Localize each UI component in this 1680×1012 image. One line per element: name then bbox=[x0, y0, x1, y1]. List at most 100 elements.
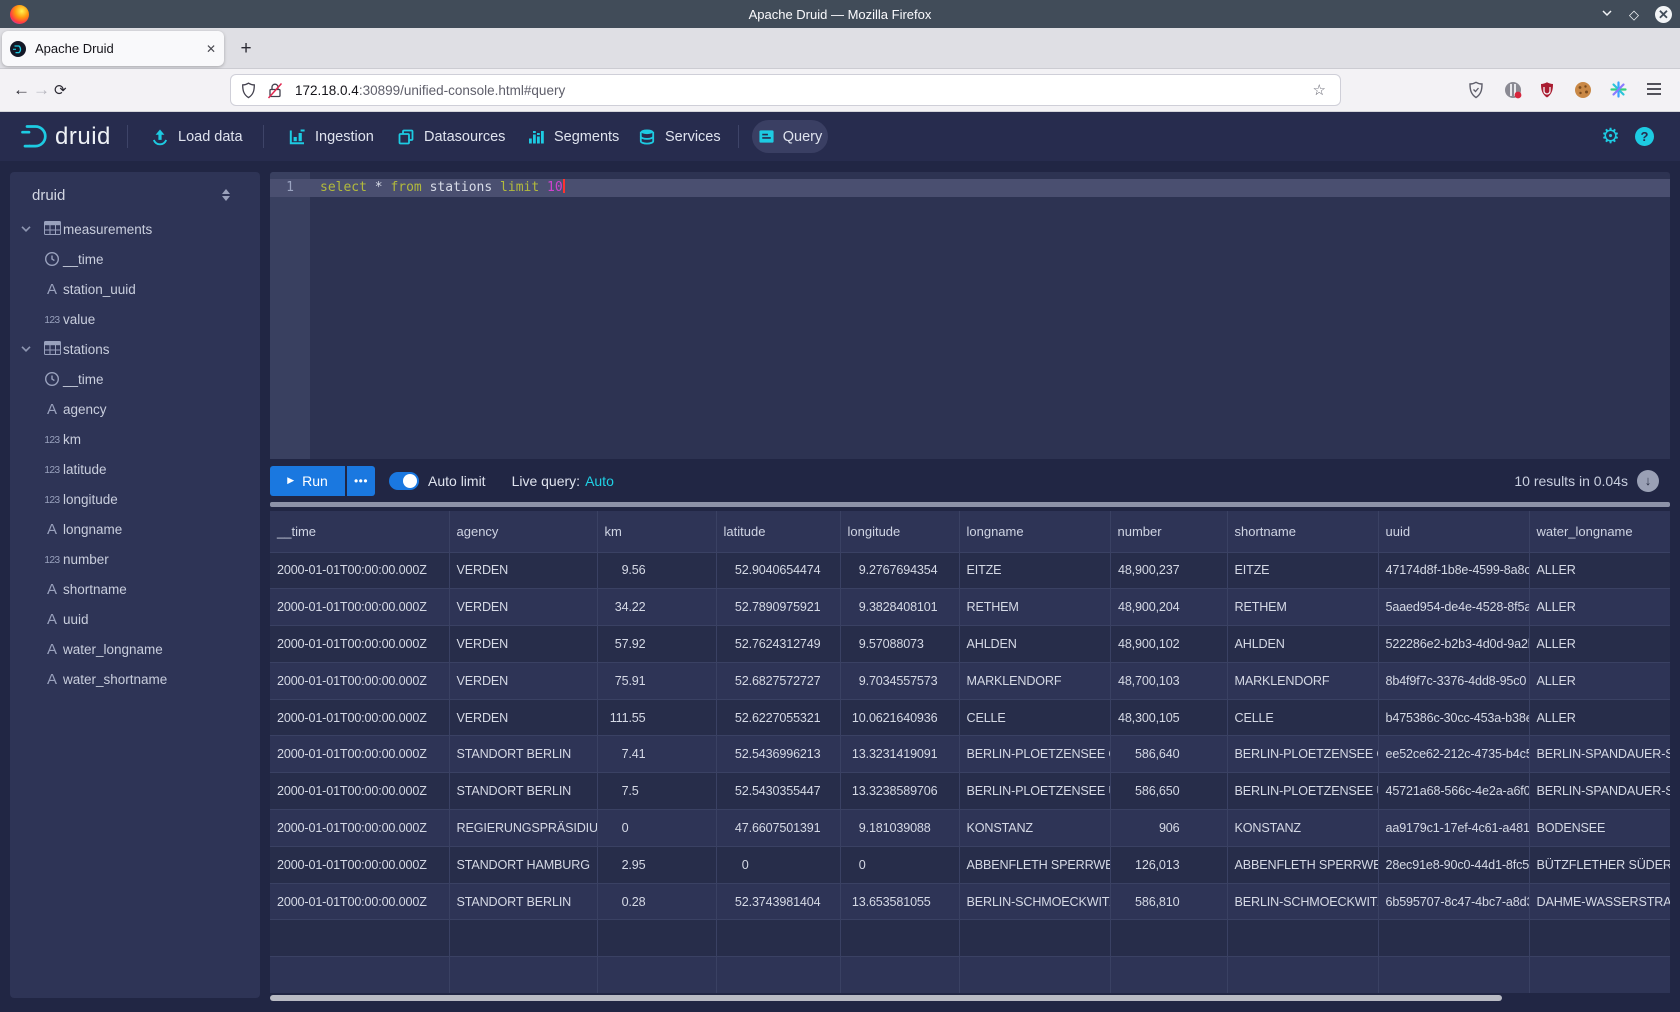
column-header-longitude[interactable]: longitude bbox=[840, 511, 959, 552]
table-cell[interactable]: b475386c-30cc-453a-b38e bbox=[1378, 699, 1529, 736]
live-query-value[interactable]: Auto bbox=[585, 473, 614, 489]
table-cell[interactable]: 0.0000000000 bbox=[840, 846, 959, 883]
table-cell[interactable]: 2000-01-01T00:00:00.000Z bbox=[270, 699, 449, 736]
table-cell[interactable]: 52.9040654474 bbox=[716, 552, 840, 589]
table-cell[interactable]: REGIERUNGSPRÄSIDIUM TÜBINGEN bbox=[449, 810, 597, 847]
column-header-uuid[interactable]: uuid bbox=[1378, 511, 1529, 552]
column-header-agency[interactable]: agency bbox=[449, 511, 597, 552]
column-header-water_longname[interactable]: water_longname bbox=[1529, 511, 1670, 552]
table-cell[interactable]: 47.6607501391 bbox=[716, 810, 840, 847]
table-cell[interactable]: 111.55 bbox=[597, 699, 716, 736]
table-cell[interactable]: 522286e2-b2b3-4d0d-9a2b bbox=[1378, 626, 1529, 663]
auto-limit-toggle[interactable] bbox=[389, 472, 419, 490]
table-cell[interactable]: 7.41 bbox=[597, 736, 716, 773]
run-button[interactable]: ▶ Run bbox=[270, 466, 345, 496]
table-cell[interactable]: BERLIN-SCHMOECKWITZ UP bbox=[1227, 883, 1378, 920]
table-cell[interactable]: 52.3743981404 bbox=[716, 883, 840, 920]
table-cell[interactable]: MARKLENDORF bbox=[959, 662, 1110, 699]
sql-editor[interactable]: 1 select * from stations limit 10 bbox=[270, 172, 1670, 459]
table-cell[interactable]: ABBENFLETH SPERRWERK AP bbox=[1227, 846, 1378, 883]
column-header-latitude[interactable]: latitude bbox=[716, 511, 840, 552]
table-cell[interactable]: 906 bbox=[1110, 810, 1227, 847]
schema-name[interactable]: druid bbox=[32, 187, 65, 204]
table-cell[interactable]: ALLER bbox=[1529, 589, 1670, 626]
table-cell[interactable]: DAHME-WASSERSTRASSE bbox=[1529, 883, 1670, 920]
table-cell[interactable]: ee52ce62-212c-4735-b4c5 bbox=[1378, 736, 1529, 773]
window-close-icon[interactable]: ✕ bbox=[1655, 6, 1672, 23]
insecure-lock-icon[interactable] bbox=[267, 82, 283, 99]
table-cell[interactable]: KONSTANZ bbox=[959, 810, 1110, 847]
table-cell[interactable]: MARKLENDORF bbox=[1227, 662, 1378, 699]
table-cell[interactable]: 8b4f9f7c-3376-4dd8-95c0 bbox=[1378, 662, 1529, 699]
schema-column-__time[interactable]: __time bbox=[10, 364, 260, 394]
druid-logo-icon[interactable] bbox=[20, 112, 50, 161]
nav-item-load-data[interactable]: Load data bbox=[151, 112, 243, 161]
table-cell[interactable]: 126,013 bbox=[1110, 846, 1227, 883]
table-cell[interactable]: 48,700,103 bbox=[1110, 662, 1227, 699]
table-cell[interactable]: ALLER bbox=[1529, 699, 1670, 736]
schema-column-station_uuid[interactable]: Astation_uuid bbox=[10, 274, 260, 304]
schema-table-stations[interactable]: stations bbox=[10, 334, 260, 364]
download-results-icon[interactable]: ↓ bbox=[1637, 470, 1659, 492]
schema-column-number[interactable]: 123number bbox=[10, 544, 260, 574]
table-cell[interactable]: BERLIN-PLOETZENSEE UW bbox=[959, 773, 1110, 810]
table-cell[interactable]: 586,810 bbox=[1110, 883, 1227, 920]
column-header-km[interactable]: km bbox=[597, 511, 716, 552]
table-cell[interactable]: 2000-01-01T00:00:00.000Z bbox=[270, 883, 449, 920]
extension-icon[interactable] bbox=[1504, 81, 1522, 104]
table-cell[interactable]: 48,900,102 bbox=[1110, 626, 1227, 663]
schema-column-agency[interactable]: Aagency bbox=[10, 394, 260, 424]
column-header-number[interactable]: number bbox=[1110, 511, 1227, 552]
table-cell[interactable]: 2000-01-01T00:00:00.000Z bbox=[270, 736, 449, 773]
browser-tab[interactable]: Apache Druid ✕ bbox=[2, 31, 224, 66]
schema-sort-icon[interactable] bbox=[222, 189, 230, 201]
table-cell[interactable]: 9.3828408101 bbox=[840, 589, 959, 626]
table-cell[interactable]: 0.00 bbox=[597, 810, 716, 847]
bookmark-star-icon[interactable]: ☆ bbox=[1313, 81, 1326, 99]
back-icon[interactable]: ← bbox=[13, 69, 30, 111]
table-cell[interactable]: 586,650 bbox=[1110, 773, 1227, 810]
settings-gear-icon[interactable]: ⚙ bbox=[1601, 112, 1620, 161]
table-cell[interactable]: 52.5430355447 bbox=[716, 773, 840, 810]
table-cell[interactable]: 2000-01-01T00:00:00.000Z bbox=[270, 810, 449, 847]
chevron-down-icon[interactable] bbox=[20, 343, 32, 358]
url-text[interactable]: 172.18.0.4:30899/unified-console.html#qu… bbox=[295, 83, 565, 98]
table-cell[interactable]: 28ec91e8-90c0-44d1-8fc5 bbox=[1378, 846, 1529, 883]
table-cell[interactable]: 2.95 bbox=[597, 846, 716, 883]
table-cell[interactable]: VERDEN bbox=[449, 589, 597, 626]
table-cell[interactable]: EITZE bbox=[959, 552, 1110, 589]
table-cell[interactable]: 9.7034557573 bbox=[840, 662, 959, 699]
nav-item-query[interactable]: Query bbox=[752, 120, 828, 153]
table-cell[interactable]: 13.3238589706 bbox=[840, 773, 959, 810]
table-cell[interactable]: 586,640 bbox=[1110, 736, 1227, 773]
table-cell[interactable]: 9.2767694354 bbox=[840, 552, 959, 589]
table-cell[interactable]: 57.92 bbox=[597, 626, 716, 663]
nav-item-services[interactable]: Services bbox=[638, 112, 721, 161]
menu-icon[interactable] bbox=[1646, 82, 1662, 101]
table-cell[interactable]: 2000-01-01T00:00:00.000Z bbox=[270, 773, 449, 810]
schema-column-water_shortname[interactable]: Awater_shortname bbox=[10, 664, 260, 694]
reload-icon[interactable]: ⟳ bbox=[54, 69, 67, 111]
schema-column-water_longname[interactable]: Awater_longname bbox=[10, 634, 260, 664]
table-cell[interactable]: CELLE bbox=[959, 699, 1110, 736]
schema-column-longname[interactable]: Alongname bbox=[10, 514, 260, 544]
sql-query-text[interactable]: select * from stations limit 10 bbox=[320, 179, 565, 197]
table-cell[interactable]: AHLDEN bbox=[959, 626, 1110, 663]
table-cell[interactable]: BERLIN-SPANDAUER-SCHIFFFAHRTSKANAL bbox=[1529, 773, 1670, 810]
schema-column-shortname[interactable]: Ashortname bbox=[10, 574, 260, 604]
table-cell[interactable]: ABBENFLETH SPERRWERK AP bbox=[959, 846, 1110, 883]
table-cell[interactable]: 0.0000000000 bbox=[716, 846, 840, 883]
schema-column-value[interactable]: 123value bbox=[10, 304, 260, 334]
table-cell[interactable]: 52.6827572727 bbox=[716, 662, 840, 699]
table-cell[interactable]: 6b595707-8c47-4bc7-a8d3 bbox=[1378, 883, 1529, 920]
table-cell[interactable]: VERDEN bbox=[449, 662, 597, 699]
table-cell[interactable]: STANDORT BERLIN bbox=[449, 773, 597, 810]
column-header-__time[interactable]: __time bbox=[270, 511, 449, 552]
window-maximize-icon[interactable]: ◇ bbox=[1629, 8, 1639, 21]
table-cell[interactable]: STANDORT HAMBURG bbox=[449, 846, 597, 883]
table-cell[interactable]: STANDORT BERLIN bbox=[449, 883, 597, 920]
table-cell[interactable]: 5aaed954-de4e-4528-8f5a bbox=[1378, 589, 1529, 626]
pocket-shield-icon[interactable] bbox=[1468, 81, 1484, 104]
tracking-shield-icon[interactable] bbox=[241, 82, 256, 99]
table-cell[interactable]: 9.56 bbox=[597, 552, 716, 589]
